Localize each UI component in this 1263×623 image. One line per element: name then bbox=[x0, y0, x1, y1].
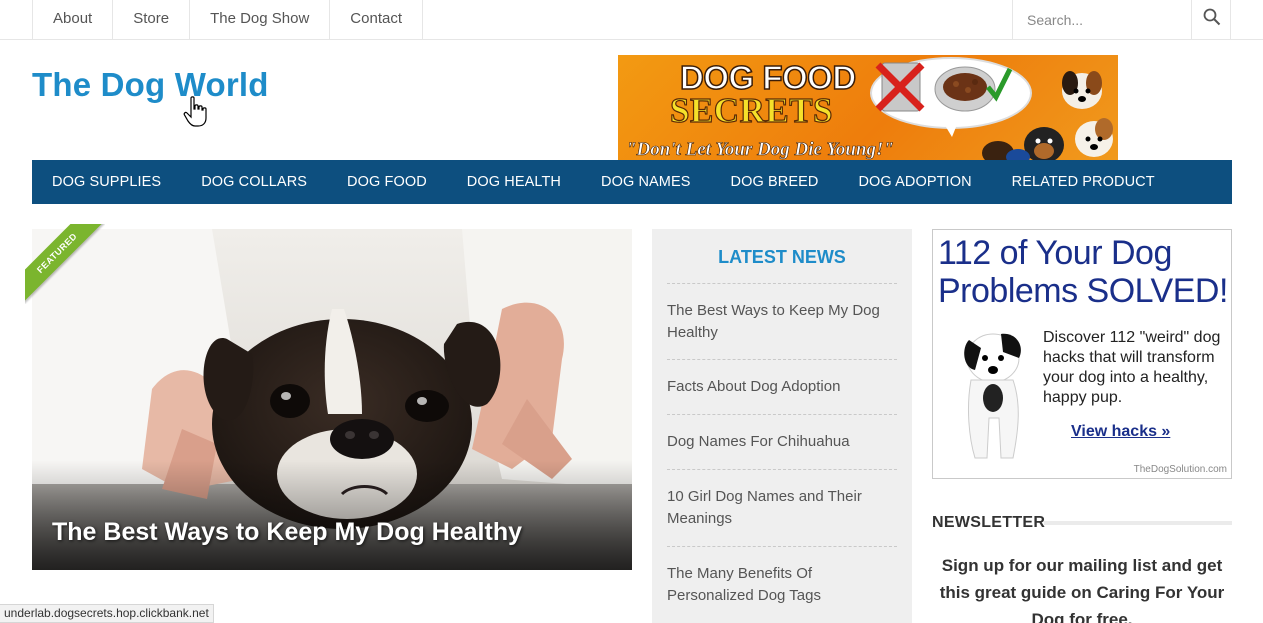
latest-news-list: The Best Ways to Keep My Dog Healthy Fac… bbox=[667, 283, 897, 623]
main-nav-dog-names[interactable]: DOG NAMES bbox=[581, 160, 711, 204]
top-nav-store[interactable]: Store bbox=[113, 0, 191, 39]
search-button[interactable] bbox=[1191, 0, 1231, 39]
view-hacks-link[interactable]: View hacks » bbox=[1071, 423, 1170, 441]
main-nav-dog-food[interactable]: DOG FOOD bbox=[327, 160, 447, 204]
banner-line-2: SECRETS bbox=[669, 90, 834, 130]
latest-news-item[interactable]: The Best Ways to Keep My Dog Healthy bbox=[667, 283, 897, 359]
top-nav: About Store The Dog Show Contact bbox=[32, 0, 423, 39]
top-nav-contact[interactable]: Contact bbox=[330, 0, 423, 39]
latest-news-item[interactable]: The Many Benefits Of Personalized Dog Ta… bbox=[667, 546, 897, 623]
hand-cursor-icon bbox=[183, 96, 209, 133]
site-title[interactable]: The Dog World bbox=[32, 66, 269, 104]
latest-news-heading: LATEST NEWS bbox=[718, 247, 846, 267]
main-nav-dog-breed[interactable]: DOG BREED bbox=[711, 160, 839, 204]
search-icon bbox=[1203, 8, 1221, 31]
main-nav-dog-supplies[interactable]: DOG SUPPLIES bbox=[32, 160, 181, 204]
latest-news-item[interactable]: 10 Girl Dog Names and Their Meanings bbox=[667, 469, 897, 546]
main-nav-dog-collars[interactable]: DOG COLLARS bbox=[181, 160, 327, 204]
top-bar: About Store The Dog Show Contact bbox=[0, 0, 1263, 40]
featured-shade bbox=[32, 460, 632, 570]
banner-illustration bbox=[875, 62, 1113, 160]
dog-food-secrets-banner[interactable]: DOG FOOD SECRETS "Don't Let Your Dog Die… bbox=[618, 55, 1118, 160]
main-nav-dog-health[interactable]: DOG HEALTH bbox=[447, 160, 581, 204]
ad-headline: 112 of Your Dog Problems SOLVED! bbox=[938, 234, 1228, 310]
featured-title[interactable]: The Best Ways to Keep My Dog Healthy bbox=[52, 518, 522, 547]
main-nav: DOG SUPPLIES DOG COLLARS DOG FOOD DOG HE… bbox=[32, 160, 1232, 204]
dog-solution-ad[interactable]: 112 of Your Dog Problems SOLVED! Discove… bbox=[932, 229, 1232, 479]
browser-status-bar: underlab.dogsecrets.hop.clickbank.net bbox=[0, 604, 214, 623]
ad-dog-image bbox=[964, 333, 1021, 459]
top-nav-dog-show[interactable]: The Dog Show bbox=[190, 0, 331, 39]
search-input[interactable] bbox=[1013, 0, 1191, 39]
ad-body: Discover 112 "weird" dog hacks that will… bbox=[1043, 329, 1221, 406]
featured-ribbon: FEATURED bbox=[25, 224, 105, 304]
main-nav-dog-adoption[interactable]: DOG ADOPTION bbox=[838, 160, 991, 204]
main-nav-related-product[interactable]: RELATED PRODUCT bbox=[992, 160, 1175, 204]
latest-news-item[interactable]: Facts About Dog Adoption bbox=[667, 359, 897, 414]
newsletter-text: Sign up for our mailing list and get thi… bbox=[939, 556, 1225, 623]
banner-tagline: "Don't Let Your Dog Die Young!" bbox=[626, 139, 895, 160]
search-box bbox=[1012, 0, 1231, 39]
newsletter-divider bbox=[1044, 521, 1232, 525]
featured-badge: FEATURED bbox=[25, 224, 105, 304]
ad-source: TheDogSolution.com bbox=[1133, 464, 1227, 475]
latest-news-widget: LATEST NEWS The Best Ways to Keep My Dog… bbox=[652, 229, 912, 623]
featured-article[interactable]: The Best Ways to Keep My Dog Healthy bbox=[32, 229, 632, 570]
newsletter-title: NEWSLETTER bbox=[932, 514, 1046, 531]
top-nav-about[interactable]: About bbox=[33, 0, 114, 39]
latest-news-item[interactable]: Dog Names For Chihuahua bbox=[667, 414, 897, 469]
page: About Store The Dog Show Contact The Dog… bbox=[0, 0, 1263, 623]
